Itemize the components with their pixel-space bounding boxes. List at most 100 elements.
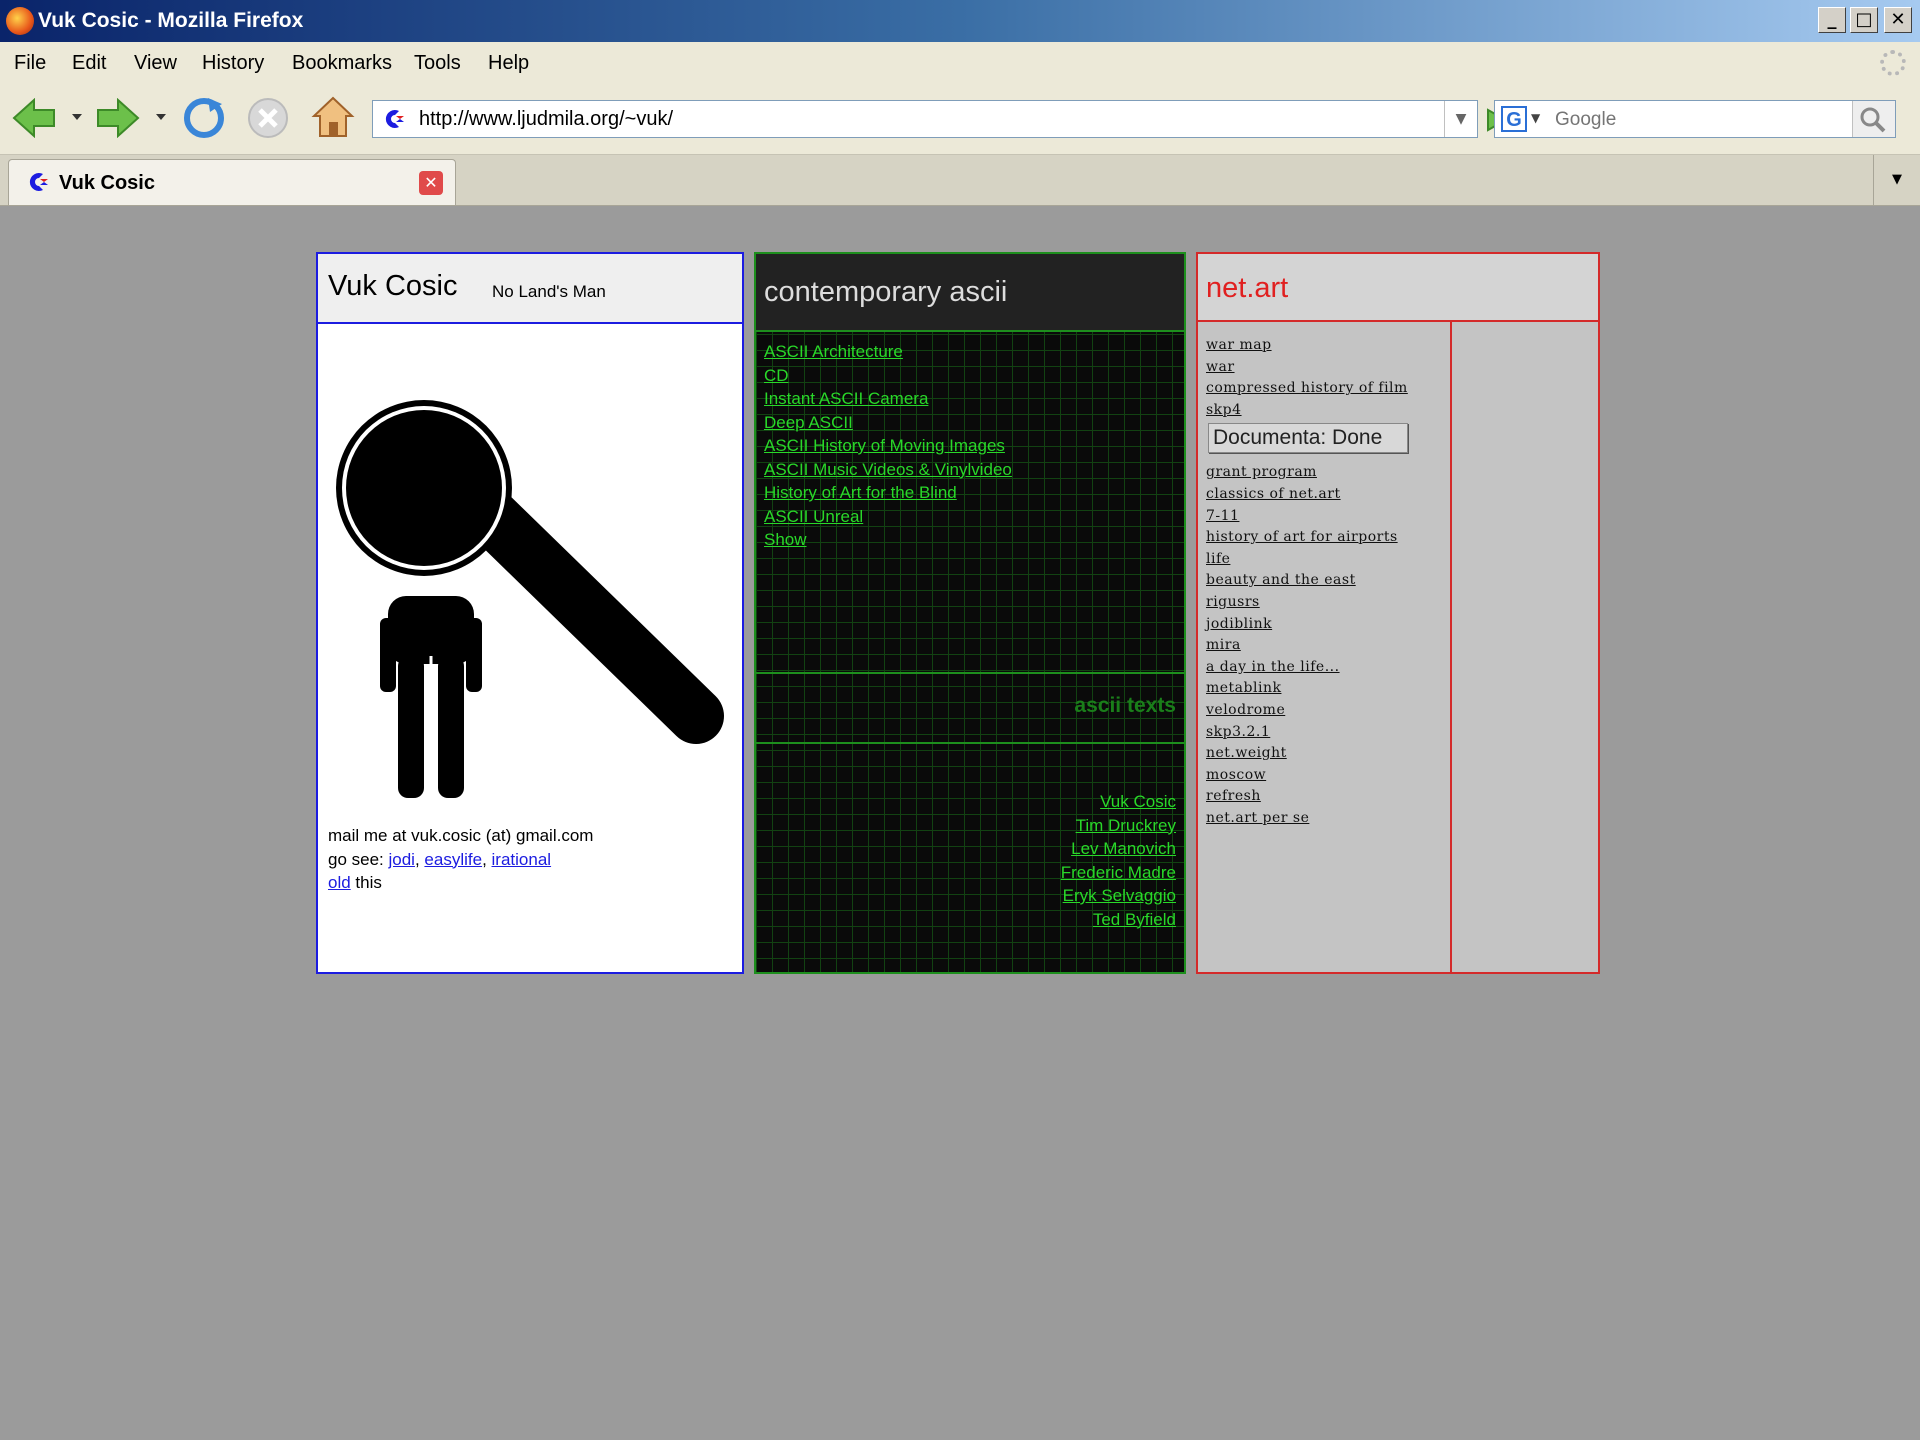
ascii-panel: contemporary ascii ASCII Architecture CD… xyxy=(754,252,1186,974)
title-bar: Vuk Cosic - Mozilla Firefox _ □ ✕ xyxy=(0,0,1920,42)
netart-link[interactable]: war map xyxy=(1206,337,1272,353)
link-old[interactable]: old xyxy=(328,873,351,892)
search-input[interactable] xyxy=(1553,105,1837,135)
ascii-link-list: ASCII Architecture CD Instant ASCII Came… xyxy=(764,342,1012,554)
vuk-panel: Vuk Cosic No Land's Man mail me at vuk.c… xyxy=(316,252,744,974)
go-see-line: go see: jodi, easylife, irational xyxy=(328,849,552,869)
maximize-button[interactable]: □ xyxy=(1850,7,1878,33)
netart-link[interactable]: life xyxy=(1206,551,1230,567)
tab-strip: Vuk Cosic ✕ ▼ xyxy=(0,155,1920,206)
menu-history[interactable]: History xyxy=(202,52,264,75)
menu-bookmarks[interactable]: Bookmarks xyxy=(292,52,392,75)
netart-link[interactable]: classics of net.art xyxy=(1206,486,1341,502)
tab-vuk-cosic[interactable]: Vuk Cosic ✕ xyxy=(8,159,456,205)
home-icon[interactable] xyxy=(310,94,356,140)
throbber-icon xyxy=(1880,50,1906,76)
ascii-link[interactable]: CD xyxy=(764,366,789,385)
netart-link[interactable]: metablink xyxy=(1206,680,1281,696)
netart-link[interactable]: beauty and the east xyxy=(1206,572,1356,588)
netart-link[interactable]: velodrome xyxy=(1206,702,1285,718)
netart-panel: net.art war map war compressed history o… xyxy=(1196,252,1600,974)
author-link[interactable]: Eryk Selvaggio xyxy=(1063,886,1176,905)
netart-column-divider xyxy=(1450,322,1452,972)
ascii-link[interactable]: ASCII Unreal xyxy=(764,507,863,526)
ascii-authors-list: Vuk Cosic Tim Druckrey Lev Manovich Fred… xyxy=(1061,792,1176,933)
link-irational[interactable]: irational xyxy=(492,850,552,869)
netart-link[interactable]: refresh xyxy=(1206,788,1261,804)
site-favicon xyxy=(29,173,48,191)
page-content: Vuk Cosic No Land's Man mail me at vuk.c… xyxy=(0,206,1920,1440)
close-tab-icon[interactable]: ✕ xyxy=(419,171,443,195)
netart-link[interactable]: mira xyxy=(1206,637,1241,653)
url-dropdown-icon[interactable]: ▼ xyxy=(1444,101,1477,137)
menu-help[interactable]: Help xyxy=(488,52,529,75)
author-link[interactable]: Frederic Madre xyxy=(1061,863,1176,882)
search-engine-icon[interactable]: G xyxy=(1501,106,1527,132)
url-text[interactable]: http://www.ljudmila.org/~vuk/ xyxy=(419,108,673,131)
netart-link[interactable]: history of art for airports xyxy=(1206,529,1398,545)
search-button[interactable] xyxy=(1852,101,1895,137)
old-line: old this xyxy=(328,873,382,892)
ascii-link[interactable]: ASCII Architecture xyxy=(764,342,903,361)
ascii-link[interactable]: ASCII History of Moving Images xyxy=(764,436,1005,455)
netart-link[interactable]: net.weight xyxy=(1206,745,1287,761)
menu-edit[interactable]: Edit xyxy=(72,52,106,75)
close-window-button[interactable]: ✕ xyxy=(1884,7,1912,33)
site-favicon xyxy=(385,110,404,128)
netart-link[interactable]: grant program xyxy=(1206,464,1317,480)
author-link[interactable]: Tim Druckrey xyxy=(1076,816,1176,835)
reload-icon[interactable] xyxy=(182,96,226,140)
search-engine-dropdown-icon[interactable]: ▼ xyxy=(1531,111,1540,125)
forward-icon[interactable] xyxy=(96,98,140,138)
forward-dropdown-icon[interactable] xyxy=(154,110,168,124)
menu-tools[interactable]: Tools xyxy=(414,52,461,75)
link-easylife[interactable]: easylife xyxy=(424,850,482,869)
stop-icon[interactable] xyxy=(246,96,290,140)
netart-link[interactable]: skp4 xyxy=(1206,402,1242,418)
vuk-header: Vuk Cosic No Land's Man xyxy=(318,254,742,324)
tab-list-dropdown-icon[interactable]: ▼ xyxy=(1873,155,1920,205)
netart-link[interactable]: compressed history of film xyxy=(1206,380,1408,396)
author-link[interactable]: Vuk Cosic xyxy=(1100,792,1176,811)
netart-link[interactable]: moscow xyxy=(1206,767,1266,783)
magnifier-icon xyxy=(1860,107,1886,133)
author-link[interactable]: Ted Byfield xyxy=(1093,910,1176,929)
menu-bar: File Edit View History Bookmarks Tools H… xyxy=(0,42,1920,84)
firefox-icon xyxy=(6,7,34,35)
vuk-contact-text: mail me at vuk.cosic (at) gmail.com go s… xyxy=(328,824,593,895)
netart-link[interactable]: a day in the life... xyxy=(1206,659,1340,675)
ascii-link[interactable]: Instant ASCII Camera xyxy=(764,389,928,408)
mail-line: mail me at vuk.cosic (at) gmail.com xyxy=(328,826,594,845)
netart-link[interactable]: jodiblink xyxy=(1206,616,1272,632)
netart-link[interactable]: 7-11 xyxy=(1206,508,1239,524)
netart-link[interactable]: net.art per se xyxy=(1206,810,1309,826)
navigation-toolbar: http://www.ljudmila.org/~vuk/ ▼ G ▼ xyxy=(0,84,1920,155)
netart-header: net.art xyxy=(1198,254,1598,322)
page-title: Vuk Cosic xyxy=(328,270,458,302)
ascii-link[interactable]: ASCII Music Videos & Vinylvideo xyxy=(764,460,1012,479)
ascii-header: contemporary ascii xyxy=(756,254,1184,332)
ascii-link[interactable]: Deep ASCII xyxy=(764,413,853,432)
link-jodi[interactable]: jodi xyxy=(389,850,415,869)
author-link[interactable]: Lev Manovich xyxy=(1071,839,1176,858)
magnifier-person-illustration xyxy=(336,400,724,798)
ascii-link[interactable]: Show xyxy=(764,530,807,549)
search-bar[interactable]: G ▼ xyxy=(1494,100,1896,138)
netart-link[interactable]: war xyxy=(1206,359,1235,375)
netart-link-list: war map war compressed history of film s… xyxy=(1206,334,1408,828)
netart-link[interactable]: skp3.2.1 xyxy=(1206,724,1270,740)
ascii-link[interactable]: History of Art for the Blind xyxy=(764,483,957,502)
menu-file[interactable]: File xyxy=(14,52,46,75)
minimize-button[interactable]: _ xyxy=(1818,7,1846,33)
back-dropdown-icon[interactable] xyxy=(70,110,84,124)
window-title: Vuk Cosic - Mozilla Firefox xyxy=(38,9,304,32)
divider xyxy=(756,672,1184,674)
url-bar[interactable]: http://www.ljudmila.org/~vuk/ ▼ xyxy=(372,100,1478,138)
tab-label: Vuk Cosic xyxy=(59,172,155,194)
ascii-texts-title: ascii texts xyxy=(1074,694,1176,717)
link-tooltip: Documenta: Done xyxy=(1208,423,1408,454)
back-icon[interactable] xyxy=(12,98,56,138)
netart-title: net.art xyxy=(1206,272,1289,304)
menu-view[interactable]: View xyxy=(134,52,177,75)
netart-link[interactable]: rigusrs xyxy=(1206,594,1260,610)
